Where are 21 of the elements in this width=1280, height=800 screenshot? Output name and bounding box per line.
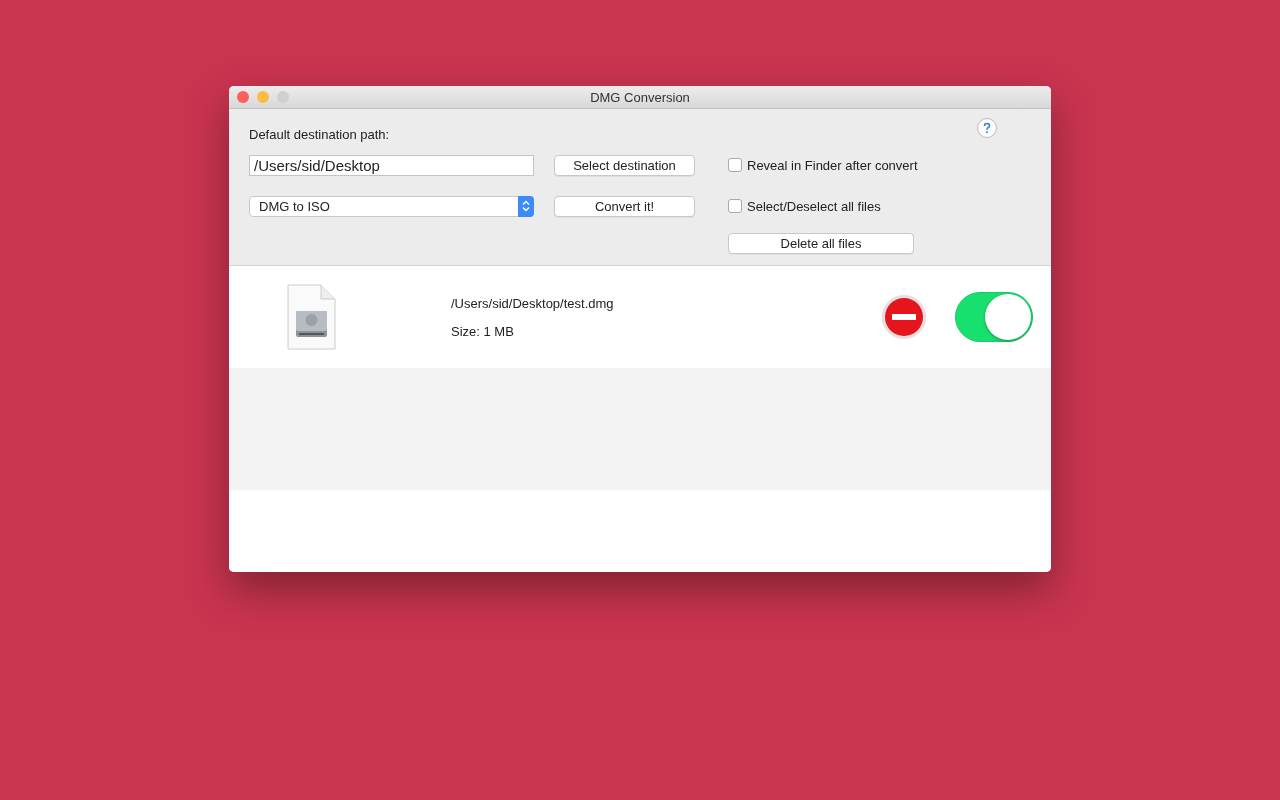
disk-image-file-icon	[285, 283, 337, 351]
delete-all-button[interactable]: Delete all files	[728, 232, 914, 254]
checkbox-label[interactable]: Select/Deselect all files	[747, 198, 881, 214]
file-size: Size: 1 MB	[451, 323, 515, 339]
format-dropdown[interactable]: DMG to ISO	[249, 195, 534, 217]
close-button[interactable]	[237, 91, 249, 103]
help-button[interactable]	[977, 118, 997, 138]
window-title: DMG Conversion	[590, 89, 690, 105]
destination-field[interactable]: /Users/sid/Desktop	[249, 154, 534, 176]
stepper-icon	[518, 195, 534, 217]
file-path: /Users/sid/Desktop/test.dmg	[451, 295, 615, 311]
select-destination-button[interactable]: Select destination	[554, 154, 695, 176]
checkbox[interactable]	[728, 199, 742, 213]
minimize-button[interactable]	[257, 91, 269, 103]
checkbox-label[interactable]: Reveal in Finder after convert	[747, 157, 918, 173]
checkbox[interactable]	[728, 158, 742, 172]
convert-button[interactable]: Convert it!	[554, 195, 695, 217]
zoom-button[interactable]	[277, 91, 289, 103]
toggle-switch[interactable]	[955, 292, 1033, 342]
destination-label: Default destination path:	[249, 127, 391, 142]
remove-button[interactable]	[882, 295, 926, 339]
